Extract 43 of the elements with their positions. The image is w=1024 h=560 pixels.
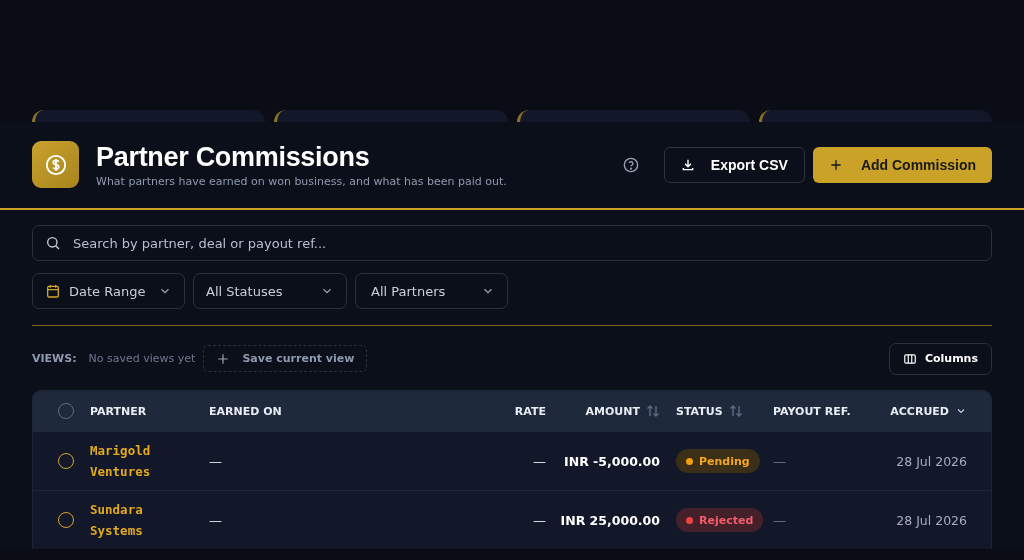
search-icon	[45, 235, 61, 251]
filter-dropdown[interactable]: All Statuses	[193, 273, 347, 309]
table-cell: —	[533, 512, 546, 528]
export-button[interactable]: Export CSV	[663, 146, 805, 183]
column-header: PARTNER	[90, 404, 147, 418]
column-header[interactable]: ACCRUED	[890, 404, 949, 418]
columns-icon	[902, 351, 917, 366]
help-icon[interactable]	[622, 156, 639, 173]
sort-icon[interactable]	[728, 405, 743, 417]
page-title: Partner Commissions	[96, 141, 371, 173]
table-cell: —	[209, 453, 222, 469]
column-header: PAYOUT REF.	[773, 404, 851, 418]
plus-icon	[828, 157, 843, 172]
table-cell: —	[209, 512, 222, 528]
add-button[interactable]: Add Commission	[812, 146, 992, 183]
amount-cell: INR -5,000.00	[564, 453, 660, 469]
filter-dropdown[interactable]: All Partners	[355, 273, 508, 309]
column-header: RATE	[514, 404, 546, 418]
partner-link[interactable]: Marigold Ventures	[90, 440, 180, 482]
amount-cell: INR 25,000.00	[560, 512, 660, 528]
download-icon	[680, 157, 695, 172]
no-views-text: No saved views yet	[88, 352, 196, 365]
column-header: EARNED ON	[209, 404, 282, 418]
columns-button[interactable]: Columns	[888, 342, 992, 375]
views-label: VIEWS:	[32, 352, 77, 365]
dollar-coin-icon	[32, 141, 79, 188]
date-cell: 28 Jul 2026	[896, 512, 967, 528]
table-cell: —	[533, 453, 546, 469]
date-cell: 28 Jul 2026	[896, 453, 967, 469]
partner-link[interactable]: Sundara Systems	[90, 499, 180, 541]
status-badge: Pending	[676, 449, 760, 473]
table-cell: —	[773, 453, 786, 469]
plus-icon	[216, 351, 231, 366]
column-header[interactable]: STATUS	[676, 404, 723, 418]
save-view-button[interactable]: Save current view	[203, 345, 368, 372]
table-cell: —	[773, 512, 786, 528]
calendar-icon	[45, 283, 61, 299]
search-field[interactable]: Search by partner, deal or payout ref...	[32, 225, 992, 261]
page-subtitle: What partners have earned on won business, and what has been paid out.	[96, 175, 508, 188]
status-badge: Rejected	[676, 508, 764, 532]
column-header[interactable]: AMOUNT	[585, 404, 640, 418]
filter-dropdown[interactable]: Date Range	[32, 273, 185, 309]
sort-icon[interactable]	[646, 405, 660, 417]
